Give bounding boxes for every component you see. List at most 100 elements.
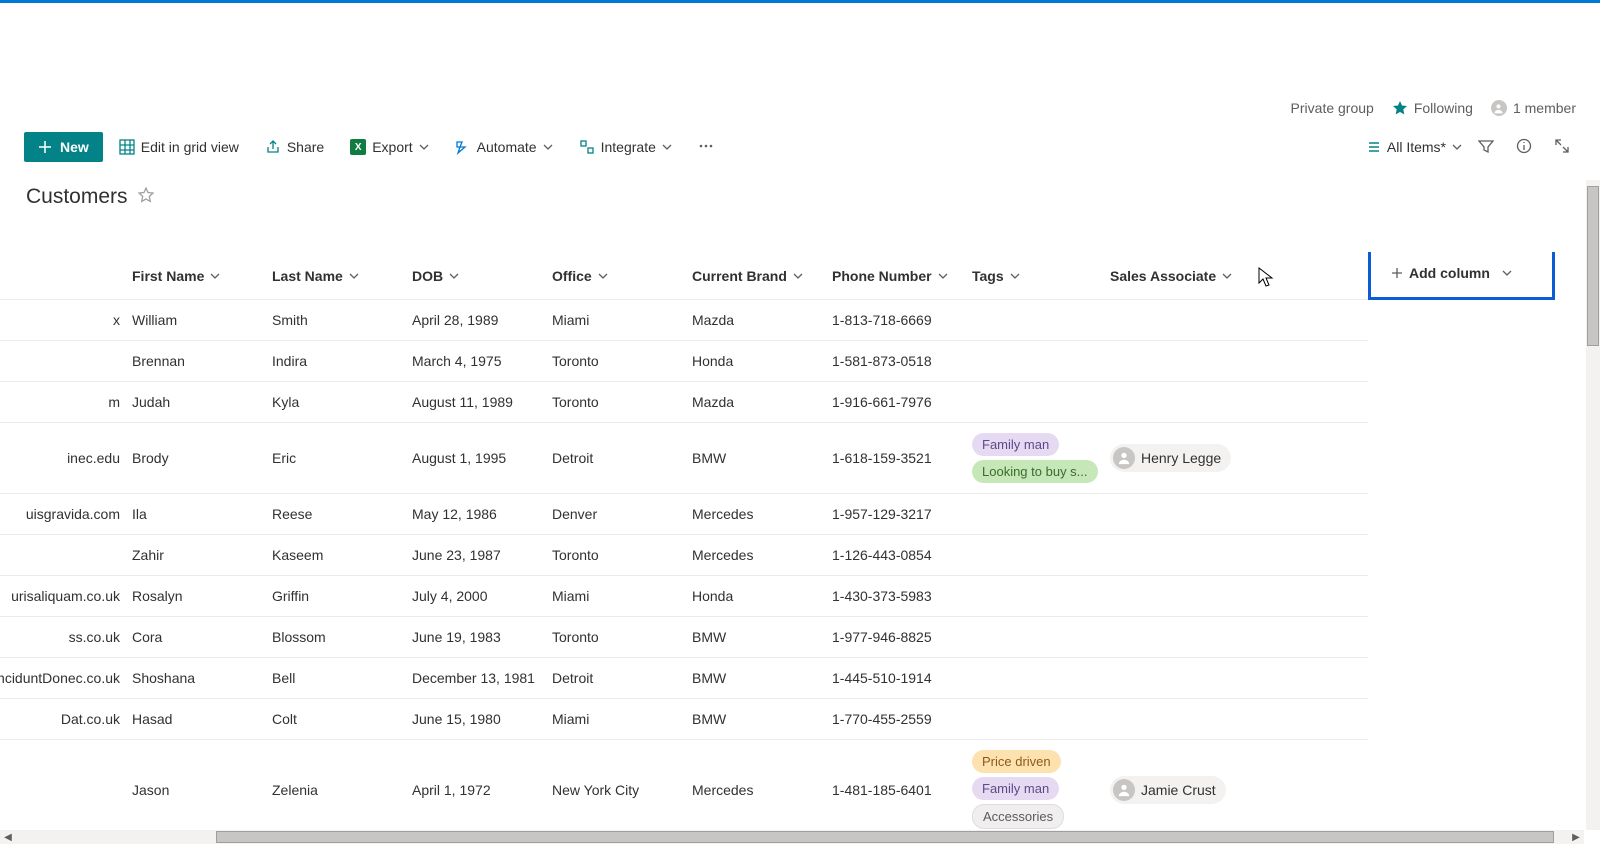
- cell-last-name[interactable]: Kyla: [272, 382, 412, 423]
- scrollbar-thumb[interactable]: [216, 831, 1554, 843]
- cell-phone[interactable]: 1-813-718-6669: [832, 300, 972, 341]
- col-sales-associate[interactable]: Sales Associate: [1110, 252, 1248, 300]
- cell-brand[interactable]: BMW: [692, 423, 832, 494]
- cell-tags[interactable]: [972, 617, 1110, 658]
- cell-tags[interactable]: [972, 341, 1110, 382]
- edit-grid-button[interactable]: Edit in grid view: [109, 133, 249, 161]
- cell-email[interactable]: inec.edu: [0, 423, 132, 494]
- cell-office[interactable]: Detroit: [552, 658, 692, 699]
- sales-associate-chip[interactable]: Henry Legge: [1110, 444, 1231, 472]
- automate-button[interactable]: Automate: [445, 133, 563, 161]
- cell-sales-associate[interactable]: [1110, 382, 1248, 423]
- cell-first-name[interactable]: Cora: [132, 617, 272, 658]
- tag-pill[interactable]: Accessories: [972, 804, 1064, 829]
- col-current-brand[interactable]: Current Brand: [692, 252, 832, 300]
- cell-phone[interactable]: 1-957-129-3217: [832, 494, 972, 535]
- cell-first-name[interactable]: Ila: [132, 494, 272, 535]
- tag-pill[interactable]: Family man: [972, 433, 1059, 456]
- cell-tags[interactable]: [972, 576, 1110, 617]
- cell-phone[interactable]: 1-126-443-0854: [832, 535, 972, 576]
- col-phone[interactable]: Phone Number: [832, 252, 972, 300]
- col-dob[interactable]: DOB: [412, 252, 552, 300]
- cell-sales-associate[interactable]: [1110, 617, 1248, 658]
- col-office[interactable]: Office: [552, 252, 692, 300]
- cell-brand[interactable]: Mercedes: [692, 535, 832, 576]
- cell-phone[interactable]: 1-977-946-8825: [832, 617, 972, 658]
- cell-dob[interactable]: April 28, 1989: [412, 300, 552, 341]
- cell-sales-associate[interactable]: [1110, 658, 1248, 699]
- cell-brand[interactable]: Honda: [692, 341, 832, 382]
- cell-sales-associate[interactable]: Jamie Crust: [1110, 740, 1248, 830]
- cell-tags[interactable]: [972, 382, 1110, 423]
- cell-office[interactable]: Toronto: [552, 535, 692, 576]
- scrollbar-thumb[interactable]: [1587, 186, 1599, 346]
- cell-last-name[interactable]: Zelenia: [272, 740, 412, 830]
- cell-sales-associate[interactable]: [1110, 576, 1248, 617]
- cell-last-name[interactable]: Indira: [272, 341, 412, 382]
- cell-email[interactable]: m: [0, 382, 132, 423]
- cell-office[interactable]: Detroit: [552, 423, 692, 494]
- cell-last-name[interactable]: Griffin: [272, 576, 412, 617]
- cell-phone[interactable]: 1-581-873-0518: [832, 341, 972, 382]
- cell-phone[interactable]: 1-916-661-7976: [832, 382, 972, 423]
- cell-sales-associate[interactable]: [1110, 300, 1248, 341]
- cell-office[interactable]: Toronto: [552, 341, 692, 382]
- cell-brand[interactable]: Mercedes: [692, 494, 832, 535]
- cell-dob[interactable]: March 4, 1975: [412, 341, 552, 382]
- cell-email[interactable]: uisgravida.com: [0, 494, 132, 535]
- cell-last-name[interactable]: Bell: [272, 658, 412, 699]
- filter-button[interactable]: [1472, 134, 1500, 161]
- cell-brand[interactable]: BMW: [692, 658, 832, 699]
- cell-dob[interactable]: August 1, 1995: [412, 423, 552, 494]
- favorite-toggle[interactable]: [138, 187, 154, 208]
- cell-first-name[interactable]: Judah: [132, 382, 272, 423]
- info-button[interactable]: [1510, 134, 1538, 161]
- cell-brand[interactable]: Mazda: [692, 300, 832, 341]
- cell-sales-associate[interactable]: [1110, 535, 1248, 576]
- tag-pill[interactable]: Looking to buy s...: [972, 460, 1098, 483]
- expand-button[interactable]: [1548, 134, 1576, 161]
- vertical-scrollbar[interactable]: [1586, 180, 1600, 830]
- share-button[interactable]: Share: [255, 133, 334, 161]
- view-selector[interactable]: All Items*: [1367, 139, 1462, 155]
- scrollbar-track[interactable]: [16, 830, 1568, 844]
- members-button[interactable]: 1 member: [1491, 100, 1576, 116]
- integrate-button[interactable]: Integrate: [569, 133, 682, 161]
- cell-first-name[interactable]: Brody: [132, 423, 272, 494]
- cell-brand[interactable]: BMW: [692, 699, 832, 740]
- col-email[interactable]: [0, 252, 132, 300]
- sales-associate-chip[interactable]: Jamie Crust: [1110, 776, 1226, 804]
- cell-last-name[interactable]: Reese: [272, 494, 412, 535]
- cell-office[interactable]: Toronto: [552, 382, 692, 423]
- cell-office[interactable]: Miami: [552, 576, 692, 617]
- cell-tags[interactable]: Price drivenFamily manAccessories: [972, 740, 1110, 830]
- cell-first-name[interactable]: Rosalyn: [132, 576, 272, 617]
- tag-pill[interactable]: Price driven: [972, 750, 1061, 773]
- cell-sales-associate[interactable]: [1110, 494, 1248, 535]
- col-last-name[interactable]: Last Name: [272, 252, 412, 300]
- export-button[interactable]: X Export: [340, 133, 438, 161]
- cell-email[interactable]: [0, 535, 132, 576]
- cell-dob[interactable]: June 19, 1983: [412, 617, 552, 658]
- cell-tags[interactable]: [972, 658, 1110, 699]
- following-button[interactable]: Following: [1392, 100, 1473, 116]
- cell-office[interactable]: Miami: [552, 300, 692, 341]
- cell-first-name[interactable]: William: [132, 300, 272, 341]
- cell-tags[interactable]: [972, 494, 1110, 535]
- cell-dob[interactable]: August 11, 1989: [412, 382, 552, 423]
- col-tags[interactable]: Tags: [972, 252, 1110, 300]
- cell-tags[interactable]: [972, 535, 1110, 576]
- cell-sales-associate[interactable]: [1110, 699, 1248, 740]
- cell-last-name[interactable]: Smith: [272, 300, 412, 341]
- cell-email[interactable]: Dat.co.uk: [0, 699, 132, 740]
- cell-email[interactable]: [0, 341, 132, 382]
- cell-first-name[interactable]: Zahir: [132, 535, 272, 576]
- cell-first-name[interactable]: Jason: [132, 740, 272, 830]
- cell-office[interactable]: New York City: [552, 740, 692, 830]
- cell-phone[interactable]: 1-481-185-6401: [832, 740, 972, 830]
- cell-dob[interactable]: June 23, 1987: [412, 535, 552, 576]
- cell-dob[interactable]: July 4, 2000: [412, 576, 552, 617]
- horizontal-scrollbar[interactable]: ◀ ▶: [0, 830, 1584, 844]
- cell-email[interactable]: [0, 740, 132, 830]
- cell-brand[interactable]: Honda: [692, 576, 832, 617]
